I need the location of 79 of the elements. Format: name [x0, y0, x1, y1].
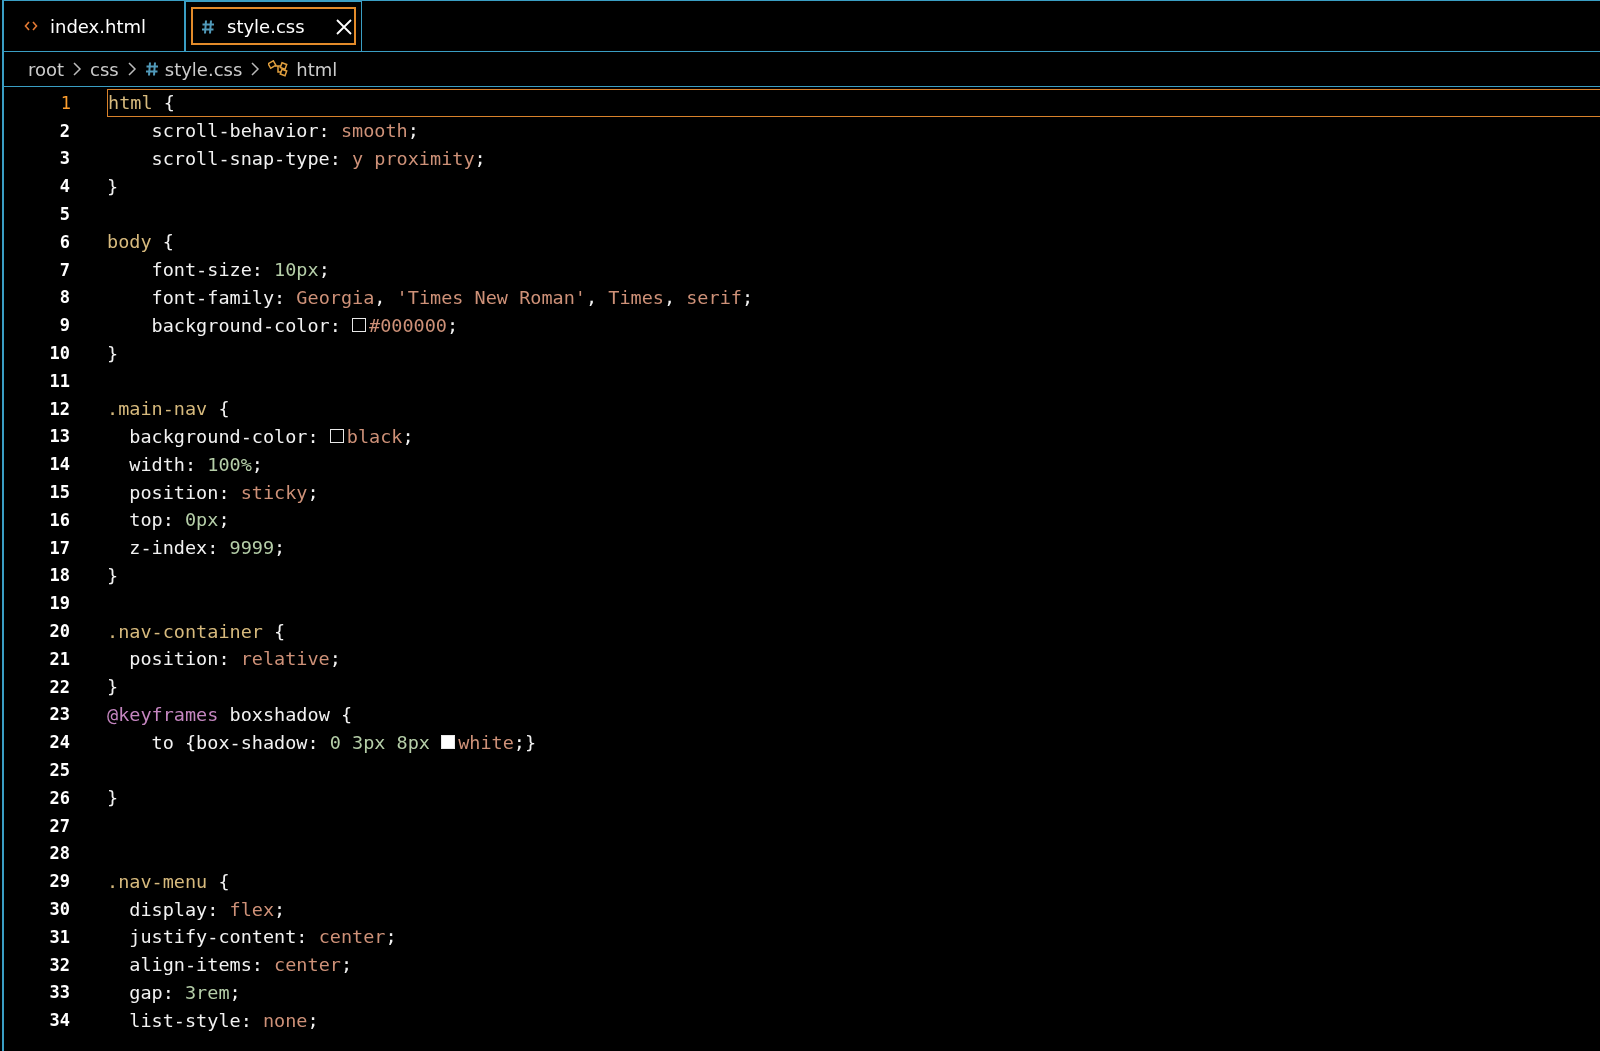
- line-number: 30: [48, 899, 70, 919]
- code-text: scroll-behavior: smooth;: [150, 120, 419, 142]
- close-icon[interactable]: [335, 17, 353, 36]
- code-text: html {: [108, 92, 175, 114]
- line-number: 28: [48, 843, 70, 864]
- line-number: 14: [48, 454, 70, 475]
- code-text: align-items: center;: [128, 954, 353, 976]
- line-number: 33: [48, 982, 70, 1003]
- line-number: 31: [48, 926, 70, 947]
- line-number: 12: [48, 398, 70, 419]
- symbol-icon: [268, 60, 291, 78]
- code-text: position: sticky;: [128, 481, 319, 503]
- code-text: black;: [346, 425, 414, 447]
- line-number: 20: [48, 621, 70, 642]
- code-text: top: 0px;: [128, 509, 230, 531]
- code-text: @keyframes boxshadow {: [107, 703, 353, 725]
- code-text: .main-nav {: [107, 398, 230, 420]
- chevron-icon: [250, 61, 261, 77]
- code-text: scroll-snap-type: y proximity;: [150, 148, 486, 169]
- code-text: to {box-shadow: 0 3px 8px: [150, 731, 431, 753]
- line-number: 18: [48, 565, 70, 586]
- code-text: justify-content: center;: [128, 926, 397, 948]
- line-number: 32: [48, 954, 70, 975]
- code-text: background-color:: [150, 314, 342, 336]
- code-text: .nav-container {: [107, 620, 286, 642]
- line-number: 27: [48, 815, 70, 836]
- code-text: display: flex;: [128, 898, 286, 920]
- line-number: 22: [48, 676, 70, 697]
- line-number: 17: [48, 537, 70, 558]
- line-number: 10: [48, 343, 70, 364]
- line-number: 8: [58, 287, 70, 308]
- code-text: gap: 3rem;: [128, 981, 241, 1003]
- line-number: 19: [48, 593, 70, 614]
- code-text: list-style: none;: [128, 1009, 319, 1031]
- code-text: #000000;: [369, 314, 459, 336]
- line-number: 16: [48, 509, 70, 530]
- line-number: 7: [58, 259, 70, 280]
- hash-icon: [201, 18, 215, 35]
- line-number: 26: [48, 787, 70, 808]
- chevron-icon: [72, 61, 83, 77]
- code-text: width: 100%;: [128, 453, 263, 475]
- code-text: }: [107, 676, 119, 698]
- code-text: position: relative;: [128, 648, 341, 670]
- file-tab[interactable]: index.html: [4, 1, 185, 51]
- breadcrumb-item[interactable]: root: [28, 58, 65, 80]
- file-tab[interactable]: style.css: [185, 1, 362, 51]
- hash-icon: [144, 61, 159, 77]
- code-text: }: [107, 564, 119, 586]
- line-number: 24: [48, 732, 70, 753]
- line-number: 11: [48, 370, 70, 391]
- code-text: }: [107, 342, 119, 364]
- code-brackets-icon: [24, 19, 38, 33]
- line-number: 9: [58, 315, 70, 336]
- breadcrumb-item[interactable]: css: [90, 58, 119, 80]
- breadcrumb-item[interactable]: html: [296, 58, 338, 80]
- line-number: 2: [58, 120, 70, 141]
- line-number: 29: [48, 871, 70, 892]
- code-text: font-size: 10px;: [150, 259, 330, 281]
- breadcrumb-item[interactable]: style.css: [164, 58, 243, 80]
- line-number: 13: [48, 426, 70, 447]
- code-text: font-family: Georgia, 'Times New Roman', Times, serif;: [150, 286, 754, 308]
- line-number: 5: [58, 204, 70, 225]
- line-number: 25: [48, 760, 70, 780]
- code-text: z-index: 9999;: [128, 537, 286, 559]
- chevron-icon: [126, 61, 137, 77]
- code-text: white;}: [458, 731, 537, 753]
- line-number: 6: [58, 231, 70, 252]
- code-text: }: [107, 787, 119, 809]
- code-text: .nav-menu {: [107, 870, 230, 892]
- line-number: 4: [58, 176, 70, 197]
- code-text: body {: [107, 231, 174, 253]
- line-number: 3: [58, 148, 70, 169]
- code-text: background-color:: [128, 425, 320, 447]
- line-number: 34: [48, 1010, 70, 1031]
- code-text: }: [107, 175, 119, 197]
- line-number: 1: [59, 92, 71, 113]
- line-number: 21: [48, 648, 70, 669]
- line-number: 23: [48, 704, 70, 725]
- line-number: 15: [48, 482, 70, 503]
